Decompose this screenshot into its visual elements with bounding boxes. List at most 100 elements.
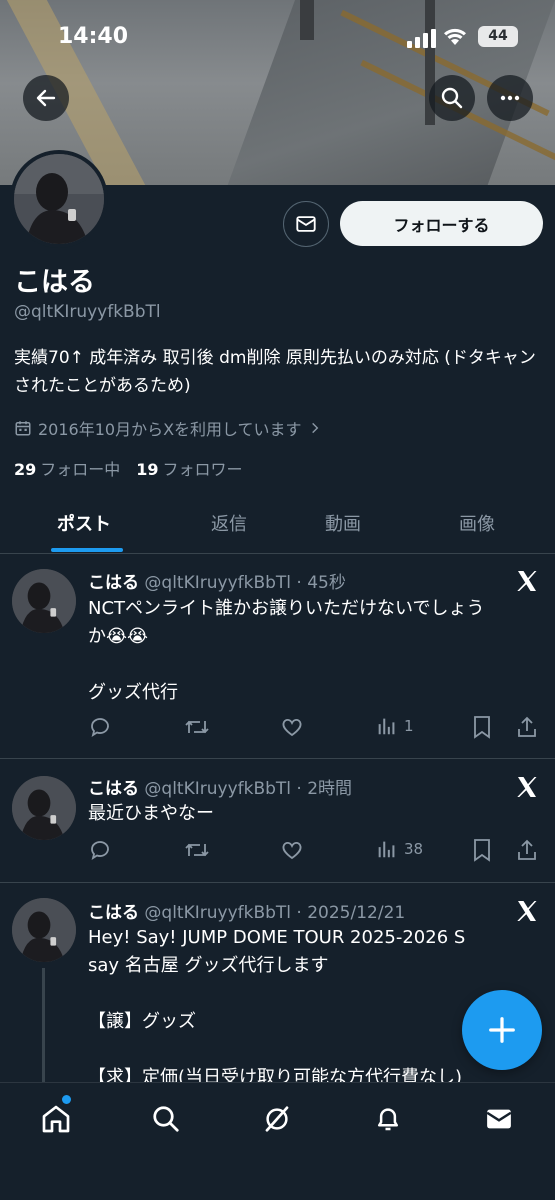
bookmark-button[interactable] xyxy=(471,715,493,739)
repost-button[interactable] xyxy=(184,715,210,739)
nav-home[interactable] xyxy=(38,1101,74,1137)
profile-tabs: ポスト 返信 動画 画像 xyxy=(0,494,555,554)
post-text-line: グッズ代行 xyxy=(88,682,178,703)
wifi-icon xyxy=(444,28,466,45)
post-author-name: こはる xyxy=(88,779,139,799)
repost-icon xyxy=(185,720,209,734)
nav-messages[interactable] xyxy=(481,1101,517,1137)
followers-link[interactable]: 19 フォロワー xyxy=(136,456,242,480)
follow-button[interactable]: フォローする xyxy=(340,201,543,246)
post-avatar[interactable] xyxy=(12,776,76,840)
more-button[interactable] xyxy=(487,75,533,121)
nav-search[interactable] xyxy=(148,1101,184,1137)
search-button[interactable] xyxy=(429,75,475,121)
more-icon xyxy=(500,95,520,101)
profile-handle: @qltKIruyyfkBbTl xyxy=(14,302,161,322)
views-count: 1 xyxy=(404,717,414,735)
post-item[interactable]: こはる @qltKIruyyfkBbTl · 2時間 最近ひまやなー 38 xyxy=(0,760,555,883)
like-button[interactable] xyxy=(280,715,304,739)
profile-name: こはる xyxy=(14,267,95,298)
tab-replies[interactable]: 返信 xyxy=(211,510,247,536)
post-header: こはる @qltKIruyyfkBbTl · 45秒 xyxy=(88,568,346,593)
post-text-line: Hey! Say! JUMP DOME TOUR 2025-2026 S xyxy=(88,927,466,948)
nav-notifications[interactable] xyxy=(370,1101,406,1137)
post-text: 最近ひまやなー xyxy=(88,800,538,828)
post-meta: @qltKIruyyfkBbTl · 45秒 xyxy=(144,573,346,593)
post-header: こはる @qltKIruyyfkBbTl · 2時間 xyxy=(88,774,352,799)
post-author-name: こはる xyxy=(88,903,139,923)
search-icon xyxy=(153,1106,179,1132)
thread-line xyxy=(42,968,45,1082)
following-link[interactable]: 29 フォロー中 xyxy=(14,456,120,480)
share-icon xyxy=(518,716,536,737)
post-text-line: say 名古屋 グッズ代行します xyxy=(88,955,329,976)
back-button[interactable] xyxy=(23,75,69,121)
share-button[interactable] xyxy=(516,838,538,862)
following-label: フォロー中 xyxy=(40,460,121,479)
share-icon xyxy=(518,839,536,860)
post-text-line: 最近ひまやなー xyxy=(88,803,214,824)
status-bar: 14:40 44 xyxy=(0,20,555,56)
followers-count: 19 xyxy=(136,460,159,479)
post-actions: 38 xyxy=(88,838,540,866)
grok-icon xyxy=(265,1106,289,1132)
bookmark-icon xyxy=(474,716,490,739)
nav-grok[interactable] xyxy=(259,1101,295,1137)
chevron-right-icon[interactable] xyxy=(308,421,322,435)
message-button[interactable] xyxy=(283,201,329,247)
post-text-line: NCTペンライト誰かお譲りいただけないでしょう xyxy=(88,598,485,619)
tab-images[interactable]: 画像 xyxy=(459,510,495,536)
back-arrow-icon xyxy=(36,89,56,107)
views-button[interactable]: 38 xyxy=(376,838,423,860)
like-icon xyxy=(282,718,302,737)
avatar-photo xyxy=(12,569,76,633)
post-avatar[interactable] xyxy=(12,569,76,633)
clock: 14:40 xyxy=(58,24,129,49)
reply-icon xyxy=(91,841,109,860)
avatar-photo xyxy=(14,154,104,244)
views-count: 38 xyxy=(404,840,424,858)
calendar-icon xyxy=(15,421,31,436)
tab-posts[interactable]: ポスト xyxy=(57,510,111,536)
avatar-photo xyxy=(12,776,76,840)
reply-button[interactable] xyxy=(88,715,112,739)
post-header: こはる @qltKIruyyfkBbTl · 2025/12/21 xyxy=(88,898,405,923)
post-meta: @qltKIruyyfkBbTl · 2025/12/21 xyxy=(144,903,406,923)
post-text-line: か😭😭 xyxy=(88,626,149,647)
like-icon xyxy=(282,841,302,860)
home-icon xyxy=(42,1105,70,1133)
post-avatar[interactable] xyxy=(12,898,76,962)
reply-icon xyxy=(91,718,109,737)
compose-post-button[interactable] xyxy=(462,990,542,1070)
follow-counts: 29 フォロー中 19 フォロワー xyxy=(14,456,243,480)
profile-bio: 実績70↑ 成年済み 取引後 dm削除 原則先払いのみ対応 (ドタキャンされたこ… xyxy=(14,348,536,396)
share-button[interactable] xyxy=(516,715,538,739)
post-actions: 1 xyxy=(88,715,540,743)
repost-button[interactable] xyxy=(184,838,210,862)
messages-icon xyxy=(486,1109,512,1129)
notification-dot xyxy=(62,1095,71,1104)
post-text: Hey! Say! JUMP DOME TOUR 2025-2026 S say… xyxy=(88,924,538,1082)
post-item[interactable]: こはる @qltKIruyyfkBbTl · 45秒 NCTペンライト誰かお譲り… xyxy=(0,555,555,759)
bell-icon xyxy=(378,1108,398,1131)
mail-icon xyxy=(296,216,316,232)
reply-button[interactable] xyxy=(88,838,112,862)
cellular-signal-icon xyxy=(407,29,436,48)
x-logo-icon xyxy=(517,901,537,921)
profile-avatar[interactable] xyxy=(10,150,108,248)
battery-indicator: 44 xyxy=(478,26,518,47)
bookmark-button[interactable] xyxy=(471,838,493,862)
post-text-line: 【求】定価(当日受け取り可能な方代行費なし) xyxy=(88,1067,463,1082)
tab-videos[interactable]: 動画 xyxy=(325,510,361,536)
joined-text: 2016年10月からXを利用しています xyxy=(38,420,302,439)
followers-label: フォロワー xyxy=(162,460,243,479)
post-meta: @qltKIruyyfkBbTl · 2時間 xyxy=(144,779,353,799)
post-author-name: こはる xyxy=(88,573,139,593)
avatar-photo xyxy=(12,898,76,962)
tab-indicator xyxy=(51,548,123,552)
x-logo-icon xyxy=(517,777,537,797)
like-button[interactable] xyxy=(280,838,304,862)
x-logo-icon xyxy=(517,571,537,591)
views-button[interactable]: 1 xyxy=(376,715,414,737)
repost-icon xyxy=(185,843,209,857)
